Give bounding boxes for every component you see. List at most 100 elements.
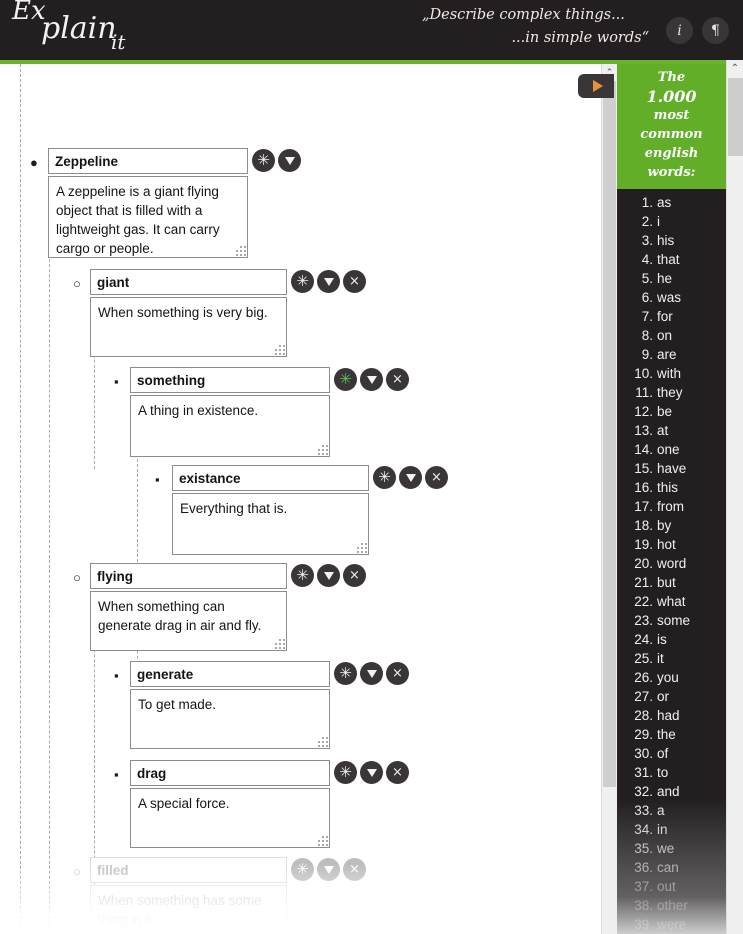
close-icon: × xyxy=(392,372,403,387)
close-button[interactable]: × xyxy=(425,466,448,489)
description-textarea[interactable]: Everything that is. xyxy=(172,493,369,555)
common-word-item[interactable]: 38. other xyxy=(617,896,726,915)
common-word-text: some xyxy=(657,613,691,628)
common-word-item[interactable]: 37. out xyxy=(617,877,726,896)
star-button[interactable]: ✳ xyxy=(252,149,275,172)
star-button[interactable]: ✳ xyxy=(291,858,314,881)
word-input[interactable] xyxy=(90,857,287,883)
description-textarea[interactable]: When something is very big. xyxy=(90,297,287,357)
dropdown-button[interactable] xyxy=(399,466,422,489)
common-word-item[interactable]: 28. had xyxy=(617,706,726,725)
common-word-item[interactable]: 15. have xyxy=(617,459,726,478)
star-icon: ✳ xyxy=(339,370,352,388)
common-word-item[interactable]: 2. i xyxy=(617,212,726,231)
common-word-item[interactable]: 4. that xyxy=(617,250,726,269)
common-word-item[interactable]: 6. was xyxy=(617,288,726,307)
close-button[interactable]: × xyxy=(343,858,366,881)
dropdown-button[interactable] xyxy=(317,564,340,587)
tree-scrollbar[interactable]: ⌃ xyxy=(601,64,617,934)
common-words-panel: The 1.000 most common english words: 1. a… xyxy=(617,64,726,934)
tagline-line-2: ...in simple words“ xyxy=(511,30,649,46)
common-word-item[interactable]: 23. some xyxy=(617,611,726,630)
close-icon: × xyxy=(349,274,360,289)
word-input[interactable] xyxy=(172,465,369,491)
common-word-rank: 37. xyxy=(634,879,653,894)
description-textarea[interactable]: A zeppeline is a giant flying object tha… xyxy=(48,176,248,258)
common-word-item[interactable]: 14. one xyxy=(617,440,726,459)
common-word-item[interactable]: 26. you xyxy=(617,668,726,687)
word-input[interactable] xyxy=(90,269,287,295)
common-word-item[interactable]: 36. can xyxy=(617,858,726,877)
common-word-text: but xyxy=(657,575,676,590)
description-textarea[interactable]: A special force. xyxy=(130,788,330,848)
close-button[interactable]: × xyxy=(343,564,366,587)
common-word-item[interactable]: 3. his xyxy=(617,231,726,250)
common-word-item[interactable]: 33. a xyxy=(617,801,726,820)
common-word-item[interactable]: 35. we xyxy=(617,839,726,858)
close-button[interactable]: × xyxy=(386,368,409,391)
common-word-item[interactable]: 13. at xyxy=(617,421,726,440)
star-button[interactable]: ✳ xyxy=(291,270,314,293)
star-button[interactable]: ✳ xyxy=(291,564,314,587)
dropdown-button[interactable] xyxy=(360,662,383,685)
common-word-item[interactable]: 7. for xyxy=(617,307,726,326)
page-scrollbar[interactable]: ⌃ xyxy=(726,60,743,934)
dropdown-button[interactable] xyxy=(360,368,383,391)
explanation-tree-pane: ● ✳ A zeppeline is a giant flying object t… xyxy=(0,64,601,934)
common-word-rank: 9. xyxy=(641,347,653,362)
star-button[interactable]: ✳ xyxy=(373,466,396,489)
common-word-item[interactable]: 22. what xyxy=(617,592,726,611)
page-scroll-up-icon[interactable]: ⌃ xyxy=(727,60,743,77)
common-word-item[interactable]: 5. he xyxy=(617,269,726,288)
common-word-item[interactable]: 8. on xyxy=(617,326,726,345)
star-button[interactable]: ✳ xyxy=(334,368,357,391)
close-button[interactable]: × xyxy=(386,761,409,784)
word-input[interactable] xyxy=(130,760,330,786)
dropdown-button[interactable] xyxy=(278,149,301,172)
common-word-item[interactable]: 17. from xyxy=(617,497,726,516)
common-word-item[interactable]: 31. to xyxy=(617,763,726,782)
dropdown-button[interactable] xyxy=(360,761,383,784)
dropdown-button[interactable] xyxy=(317,270,340,293)
word-input[interactable] xyxy=(90,563,287,589)
star-button[interactable]: ✳ xyxy=(334,761,357,784)
common-word-item[interactable]: 29. the xyxy=(617,725,726,744)
play-button[interactable] xyxy=(578,74,614,98)
description-textarea[interactable]: To get made. xyxy=(130,689,330,749)
tree-scroll-thumb[interactable] xyxy=(603,81,616,787)
logo-part-it: it xyxy=(111,30,126,54)
common-word-item[interactable]: 9. are xyxy=(617,345,726,364)
common-word-item[interactable]: 10. with xyxy=(617,364,726,383)
pilcrow-icon[interactable]: ¶ xyxy=(702,17,729,44)
common-word-item[interactable]: 11. they xyxy=(617,383,726,402)
common-word-item[interactable]: 30. of xyxy=(617,744,726,763)
common-word-text: at xyxy=(657,423,669,438)
common-word-item[interactable]: 18. by xyxy=(617,516,726,535)
page-scroll-thumb[interactable] xyxy=(728,78,743,156)
dropdown-button[interactable] xyxy=(317,858,340,881)
common-word-item[interactable]: 27. or xyxy=(617,687,726,706)
common-word-item[interactable]: 19. hot xyxy=(617,535,726,554)
info-icon[interactable]: i xyxy=(666,17,693,44)
word-input[interactable] xyxy=(130,661,330,687)
common-word-item[interactable]: 20. word xyxy=(617,554,726,573)
common-word-item[interactable]: 1. as xyxy=(617,193,726,212)
common-word-item[interactable]: 24. is xyxy=(617,630,726,649)
close-button[interactable]: × xyxy=(386,662,409,685)
close-button[interactable]: × xyxy=(343,270,366,293)
description-textarea[interactable]: When something can generate drag in air … xyxy=(90,591,287,651)
word-input[interactable] xyxy=(130,367,330,393)
common-word-item[interactable]: 32. and xyxy=(617,782,726,801)
common-word-item[interactable]: 16. this xyxy=(617,478,726,497)
common-word-item[interactable]: 39. were xyxy=(617,915,726,934)
common-word-item[interactable]: 34. in xyxy=(617,820,726,839)
word-input[interactable] xyxy=(48,148,248,174)
star-button[interactable]: ✳ xyxy=(334,662,357,685)
common-word-item[interactable]: 21. but xyxy=(617,573,726,592)
common-word-item[interactable]: 25. it xyxy=(617,649,726,668)
common-word-item[interactable]: 12. be xyxy=(617,402,726,421)
common-word-rank: 12. xyxy=(634,404,653,419)
common-word-rank: 20. xyxy=(634,556,653,571)
description-textarea[interactable]: When something has some thing in it. xyxy=(90,885,287,934)
description-textarea[interactable]: A thing in existence. xyxy=(130,395,330,457)
